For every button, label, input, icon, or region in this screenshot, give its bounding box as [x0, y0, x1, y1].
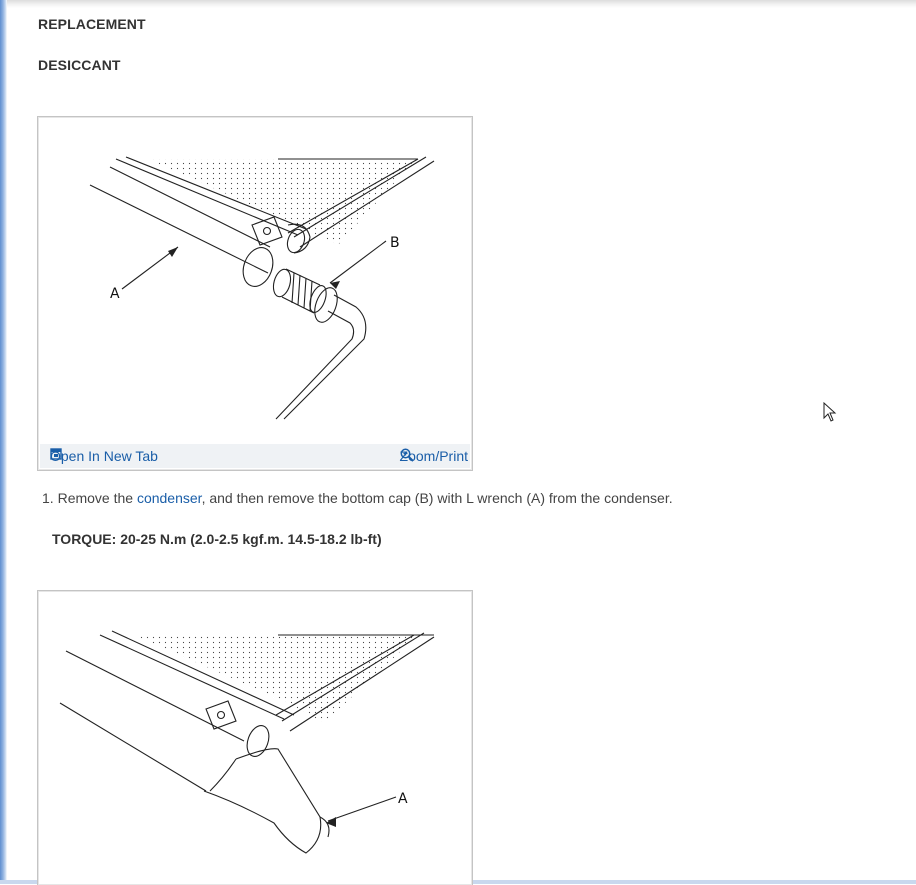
window-left-edge [0, 0, 7, 884]
illustration-condenser-cap-wrench: A B [89, 156, 435, 420]
step-1: 1. Remove the condenser, and then remove… [42, 490, 673, 506]
heading-desiccant: DESICCANT [38, 57, 121, 73]
mouse-pointer-icon [823, 402, 837, 422]
torque-spec: TORQUE: 20-25 N.m (2.0-2.5 kgf.m. 14.5-1… [52, 531, 382, 547]
heading-replacement: REPLACEMENT [38, 16, 146, 32]
open-in-new-tab-link[interactable]: Open In New Tab [50, 448, 158, 464]
zoom-print-link[interactable]: Zoom/Print [400, 448, 468, 464]
figure-remove-desiccant: A [37, 590, 473, 885]
condenser-link[interactable]: condenser [137, 490, 202, 506]
callout-a: A [110, 286, 120, 302]
zoom-in-icon [400, 448, 414, 462]
illustration-condenser-desiccant: A [59, 630, 435, 854]
open-in-new-tab-icon [50, 448, 62, 460]
figure-remove-bottom-cap: A B Open In New Tab Zoom/Print [37, 116, 473, 471]
step-number: 1. [42, 490, 54, 506]
callout-a: A [398, 791, 408, 807]
figure-toolbar: Open In New Tab Zoom/Print [40, 444, 470, 468]
open-in-new-tab-label: Open In New Tab [50, 448, 158, 464]
step-text-after: , and then remove the bottom cap (B) wit… [201, 490, 673, 506]
callout-b: B [390, 235, 400, 251]
step-text-before: Remove the [53, 490, 137, 506]
top-shadow [0, 0, 916, 8]
